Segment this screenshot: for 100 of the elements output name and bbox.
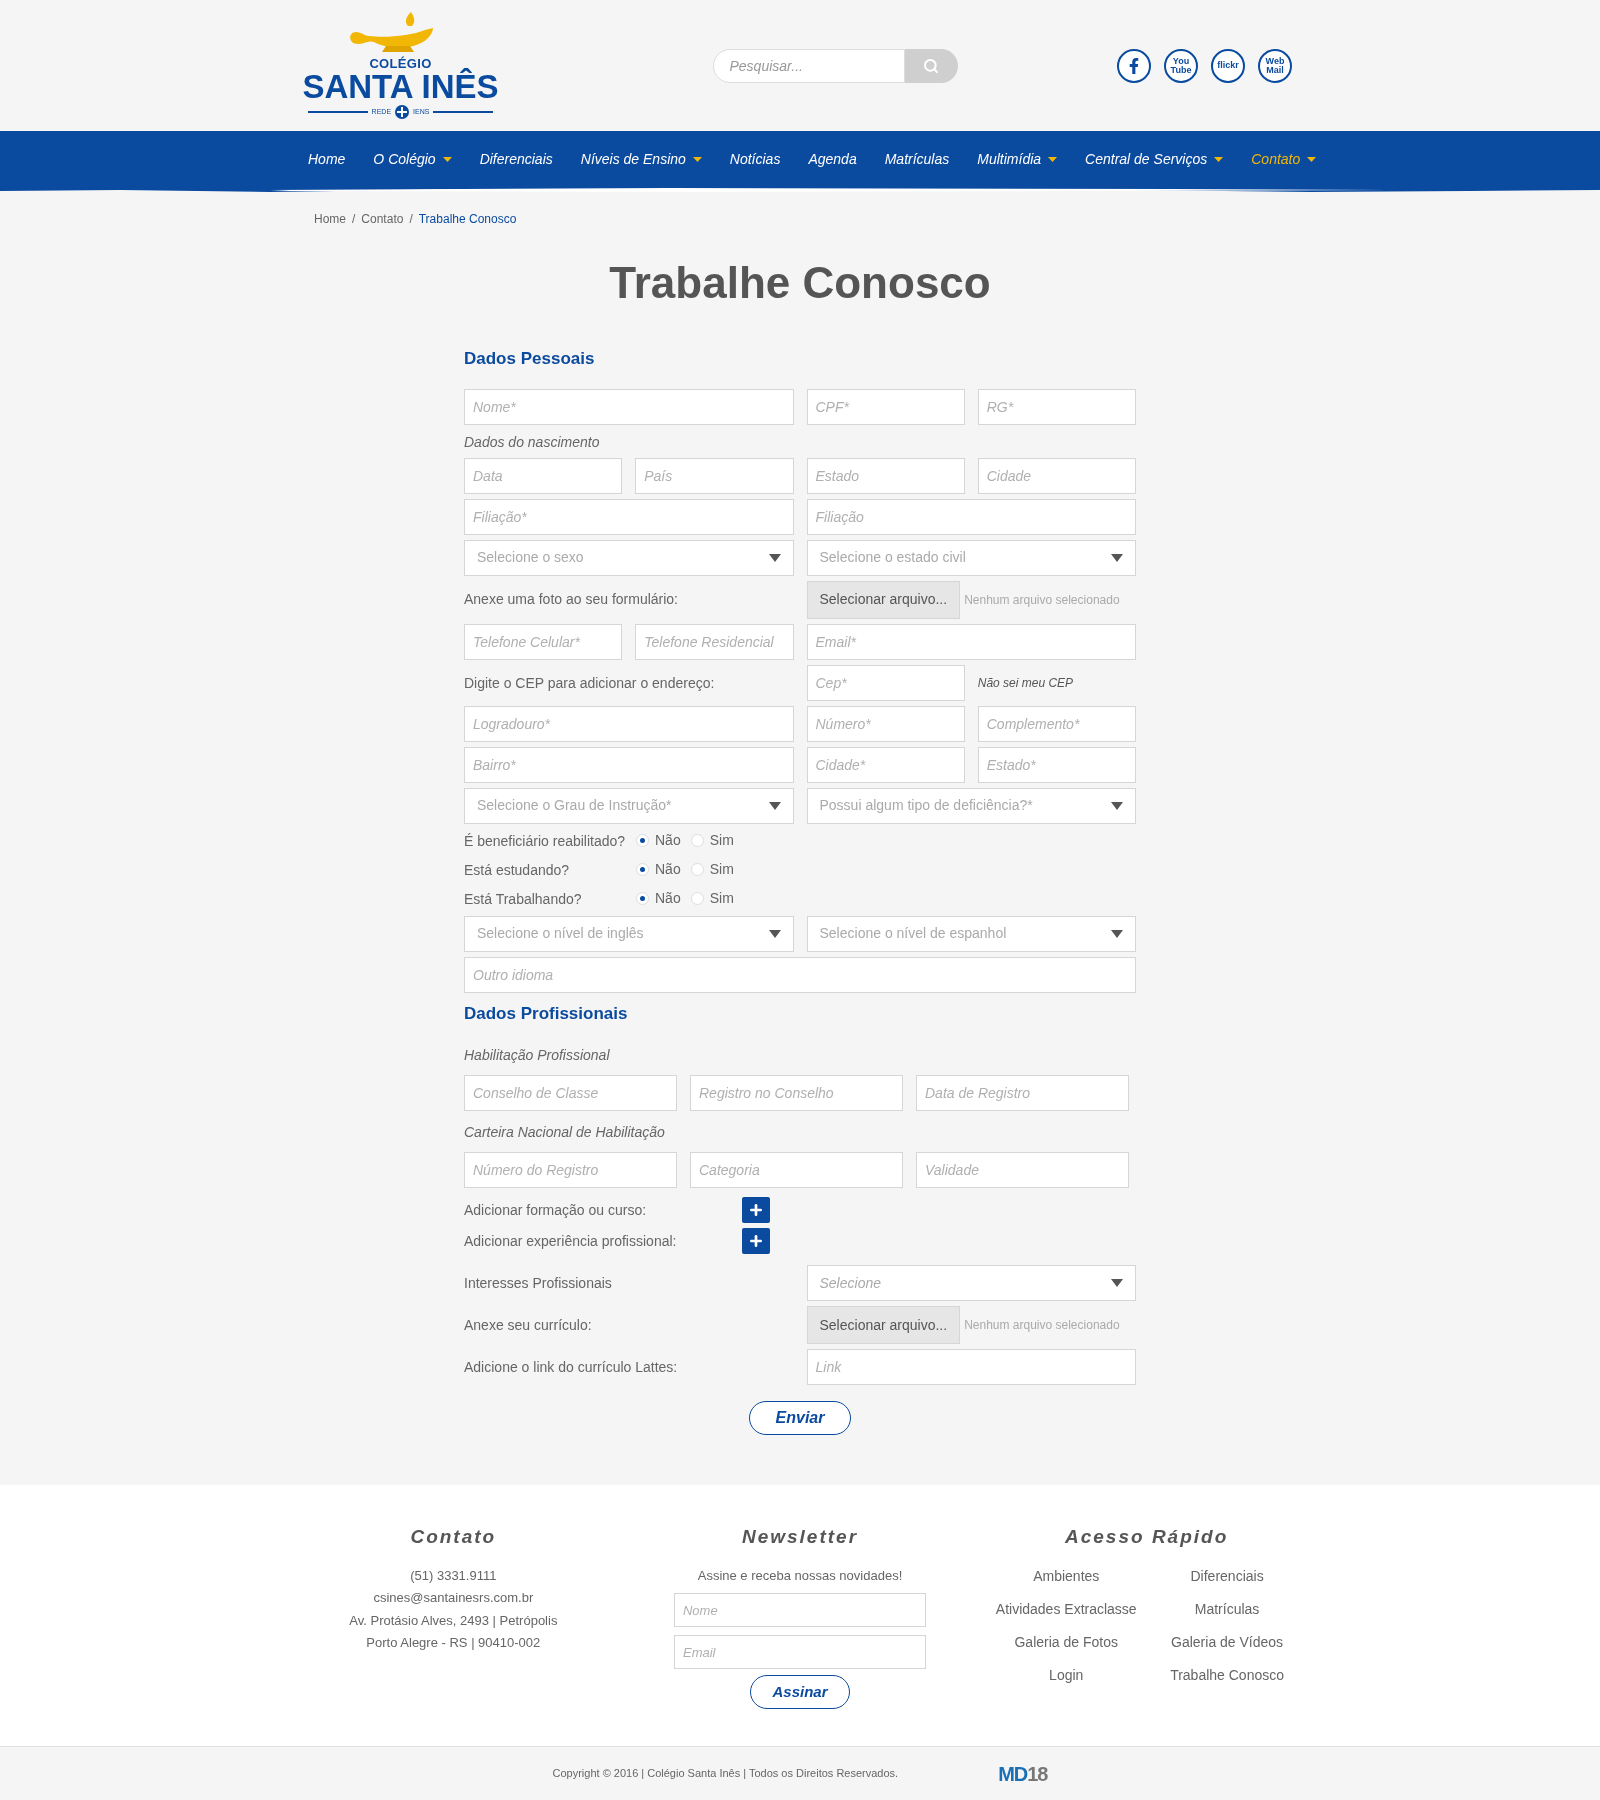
radio-label: Não: [655, 889, 681, 908]
subscribe-button[interactable]: Assinar: [750, 1675, 850, 1709]
input-field[interactable]: Outro idioma: [464, 956, 1136, 993]
caret-icon: [768, 801, 781, 810]
input-field[interactable]: Data de Registro: [916, 1075, 1129, 1111]
input-field[interactable]: Estado: [806, 457, 965, 494]
input-field[interactable]: RG*: [977, 388, 1136, 425]
caret-icon: [692, 156, 702, 162]
file-button[interactable]: Selecionar arquivo...: [806, 1306, 961, 1344]
caption: Habilitação Profissional: [464, 1046, 611, 1065]
input-field[interactable]: Nome: [674, 1593, 926, 1627]
radio-button[interactable]: [636, 834, 649, 847]
plus-icon: [748, 1233, 764, 1249]
footer-link[interactable]: Matrículas: [1156, 1598, 1298, 1620]
input-field[interactable]: Categoria: [690, 1152, 903, 1188]
input-field[interactable]: Cep*: [806, 664, 965, 701]
input-field[interactable]: Filiação: [806, 498, 1136, 535]
cep-link[interactable]: Não sei meu CEP: [977, 673, 1136, 692]
footer-link[interactable]: Ambientes: [995, 1565, 1137, 1587]
nav-item[interactable]: Agenda: [808, 148, 857, 170]
radio-button[interactable]: [690, 892, 704, 905]
footer-heading: Contato: [410, 1525, 497, 1549]
input-field[interactable]: Data: [464, 457, 623, 494]
social-link[interactable]: flickr: [1211, 48, 1245, 83]
contact-line: csines@santainesrs.com.br: [373, 1589, 534, 1607]
copyright-text: Copyright © 2016 | Colégio Santa Inês | Todos os Direitos Reservados.: [552, 1766, 899, 1782]
caption: Dados do nascimento: [464, 432, 601, 452]
radio-label: Não: [655, 860, 681, 879]
nav-item[interactable]: Contato: [1251, 148, 1317, 170]
input-field[interactable]: Número*: [806, 705, 965, 742]
field-label: Anexe uma foto ao seu formulário:: [464, 590, 679, 609]
input-field[interactable]: Número do Registro: [464, 1152, 677, 1188]
social-link[interactable]: You Tube: [1164, 48, 1198, 83]
nav-item[interactable]: Central de Serviços: [1085, 148, 1224, 170]
footer-link[interactable]: Galeria de Vídeos: [1156, 1631, 1298, 1653]
social-link[interactable]: Web Mail: [1258, 48, 1292, 83]
radio-button[interactable]: [690, 834, 704, 847]
logo-subtitle: COLÉGIO: [369, 54, 432, 71]
footer-heading: Acesso Rápido: [1065, 1525, 1229, 1549]
radio-button[interactable]: [690, 863, 704, 876]
input-field[interactable]: Link: [806, 1349, 1136, 1385]
field-label: É beneficiário reabilitado?: [464, 832, 626, 849]
input-field[interactable]: Validade: [916, 1152, 1129, 1188]
input-field[interactable]: Email*: [806, 623, 1136, 660]
field-label: Adicione o link do currículo Lattes:: [464, 1357, 679, 1377]
add-button[interactable]: [742, 1228, 770, 1254]
caret-icon: [1111, 801, 1123, 810]
footer-link[interactable]: Login: [995, 1664, 1137, 1686]
input-field[interactable]: Bairro*: [464, 746, 794, 783]
input-field[interactable]: Complemento*: [977, 705, 1136, 742]
logo-title: SANTA INÊS: [302, 69, 499, 106]
file-button[interactable]: Selecionar arquivo...: [806, 580, 961, 619]
footer-link[interactable]: Atividades Extraclasse: [995, 1598, 1137, 1620]
breadcrumb-link[interactable]: Home: [314, 210, 346, 228]
input-field[interactable]: País: [635, 457, 794, 494]
nav-item[interactable]: O Colégio: [373, 148, 452, 170]
nav-item[interactable]: Notícias: [729, 148, 781, 170]
footer-link[interactable]: Galeria de Fotos: [995, 1631, 1137, 1653]
input-field[interactable]: Filiação*: [464, 498, 794, 535]
radio-button[interactable]: [636, 892, 649, 905]
footer-link[interactable]: Diferenciais: [1156, 1565, 1298, 1587]
radio-label: Sim: [709, 860, 734, 879]
nav-item[interactable]: Níveis de Ensino: [580, 148, 702, 170]
radio-label: Sim: [709, 889, 734, 908]
radio-button[interactable]: [636, 863, 649, 876]
input-field[interactable]: Email: [674, 1635, 926, 1669]
caret-icon: [1214, 156, 1224, 162]
radio-label: Não: [655, 831, 681, 850]
field-label: Adicionar formação ou curso:: [464, 1202, 647, 1218]
input-field[interactable]: Nome*: [464, 388, 794, 425]
nav-item[interactable]: Multimídia: [977, 148, 1058, 170]
nav-item[interactable]: Matrículas: [884, 148, 950, 170]
submit-button[interactable]: Enviar: [749, 1401, 851, 1435]
input-field[interactable]: Conselho de Classe: [464, 1075, 677, 1111]
nav-item[interactable]: Diferenciais: [479, 148, 553, 170]
facebook-link[interactable]: [1117, 48, 1151, 83]
input-field[interactable]: Logradouro*: [464, 705, 794, 742]
add-button[interactable]: [742, 1197, 770, 1223]
input-field[interactable]: Estado*: [977, 746, 1136, 783]
caret-icon: [1307, 156, 1317, 162]
agency-logo: MD18: [998, 1761, 1048, 1787]
section-heading: Dados Profissionais: [464, 1002, 629, 1025]
nav-item[interactable]: Home: [308, 148, 346, 170]
page-title: Trabalhe Conosco: [608, 257, 992, 309]
field-label: Está estudando?: [464, 861, 570, 878]
caret-icon: [1048, 156, 1058, 162]
input-field[interactable]: Telefone Residencial: [635, 623, 794, 660]
input-field[interactable]: Cidade*: [806, 746, 965, 783]
input-field[interactable]: Cidade: [977, 457, 1136, 494]
breadcrumb-link[interactable]: Trabalhe Conosco: [418, 210, 517, 228]
caption: Carteira Nacional de Habilitação: [464, 1123, 666, 1142]
breadcrumb-link[interactable]: Contato: [361, 210, 404, 228]
footer-link[interactable]: Trabalhe Conosco: [1156, 1664, 1298, 1686]
caret-icon: [768, 929, 781, 938]
input-field[interactable]: Registro no Conselho: [690, 1075, 903, 1111]
input-field[interactable]: Telefone Celular*: [464, 623, 623, 660]
field-label: Digite o CEP para adicionar o endereço:: [464, 674, 715, 691]
input-field[interactable]: CPF*: [806, 388, 965, 425]
search-field[interactable]: Pesquisar...: [712, 48, 905, 83]
file-status: Nenhum arquivo selecionado: [964, 1317, 1120, 1334]
